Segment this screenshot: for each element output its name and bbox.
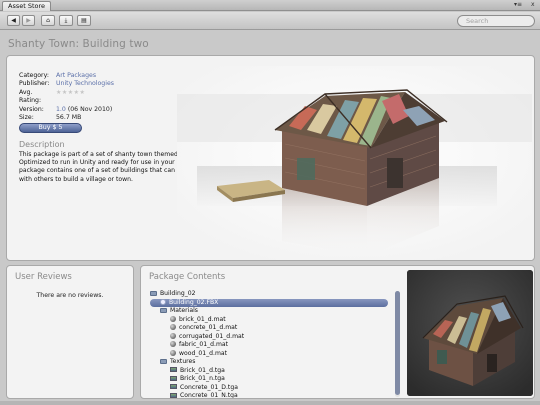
size-row: Size: 56.7 MB [19, 114, 114, 122]
publisher-label: Publisher: [19, 80, 50, 88]
tree-file-item[interactable]: fabric_01_d.mat [150, 341, 402, 350]
folder-icon [160, 358, 167, 364]
tree-item-label: fabric_01_d.mat [179, 341, 229, 348]
tree-file-item[interactable]: Concrete_01_N.tga [150, 392, 402, 399]
tree-item-label: Building_02.FBX [169, 298, 219, 306]
version-date: (06 Nov 2010) [67, 105, 113, 113]
contents-scrollbar-thumb[interactable] [395, 291, 400, 395]
version-number: 1.0 [56, 105, 66, 113]
tree-folder-item[interactable]: Building_02 [150, 290, 402, 299]
tree-item-label: Brick_01_n.tga [180, 375, 225, 382]
back-arrow-icon: ◀ [11, 17, 16, 24]
tree-file-item[interactable]: corrugated_01_d.mat [150, 332, 402, 342]
tree-file-item[interactable]: Concrete_01_D.tga [150, 384, 402, 393]
close-icon[interactable]: x [531, 1, 535, 9]
user-reviews-heading: User Reviews [15, 272, 72, 282]
package-info: Category: Art Packages Publisher: Unity … [19, 72, 114, 122]
list-icon: ▤ [81, 17, 87, 24]
rating-label: Avg. Rating: [19, 88, 42, 105]
page-title: Shanty Town: Building two [8, 38, 149, 50]
tree-file-item[interactable]: brick_01_d.mat [150, 315, 402, 325]
buy-button[interactable]: Buy $ 5 [19, 123, 82, 133]
window-tab-strip: Asset Store ▾≡ x [0, 0, 540, 11]
back-button[interactable]: ◀ [7, 15, 20, 26]
package-contents-panel: Package Contents Building_02 Building_02.… [140, 265, 535, 399]
category-link[interactable]: Art Packages [56, 72, 96, 80]
tree-file-item[interactable]: wood_01_d.mat [150, 349, 402, 359]
size-label: Size: [19, 114, 34, 122]
material-icon [170, 332, 176, 339]
tree-item-label: wood_01_d.mat [179, 349, 228, 357]
forward-arrow-icon: ▶ [26, 17, 31, 24]
texture-icon [170, 367, 177, 372]
search-input[interactable] [457, 15, 535, 27]
version-value: 1.0 (06 Nov 2010) [56, 106, 112, 114]
folder-icon [160, 307, 167, 313]
status-bar [0, 401, 540, 405]
tree-folder-item[interactable]: Materials [150, 307, 402, 316]
tree-file-item[interactable]: Brick_01_n.tga [150, 375, 402, 384]
model-preview-image[interactable] [407, 270, 533, 396]
tree-file-item[interactable]: concrete_01_d.mat [150, 324, 402, 333]
version-label: Version: [19, 105, 44, 113]
texture-icon [170, 392, 177, 398]
home-button[interactable]: ⌂ [41, 15, 55, 26]
rating-stars-icon: ★★★★★ [56, 88, 86, 96]
tree-item-label: Textures [170, 358, 196, 365]
tree-item-label: Building_02 [160, 290, 196, 297]
downloads-button[interactable]: ⤓ [59, 15, 73, 26]
tree-item-label: corrugated_01_d.mat [179, 332, 245, 340]
folder-icon [150, 290, 157, 296]
user-reviews-panel: User Reviews There are no reviews. [6, 265, 134, 399]
publisher-row: Publisher: Unity Technologies [19, 80, 114, 88]
tree-file-item[interactable]: Brick_01_d.tga [150, 367, 402, 376]
tree-item-label: concrete_01_d.mat [179, 324, 238, 331]
tree-item-label: Brick_01_d.tga [180, 366, 225, 374]
publisher-link[interactable]: Unity Technologies [56, 80, 114, 88]
package-contents-tree: Building_02 Building_02.FBX Materials brick… [150, 290, 402, 399]
texture-icon [170, 384, 177, 389]
tree-file-item[interactable]: Building_02.FBX [150, 298, 388, 307]
size-value: 56.7 MB [56, 114, 82, 122]
tree-folder-item[interactable]: Textures [150, 358, 402, 367]
tab-asset-store[interactable]: Asset Store [2, 1, 52, 11]
tree-item-label: Materials [170, 307, 198, 314]
version-row: Version: 1.0 (06 Nov 2010) [19, 106, 114, 114]
texture-icon [170, 375, 177, 381]
forward-button[interactable]: ▶ [22, 15, 35, 26]
description-heading: Description [19, 140, 65, 149]
home-icon: ⌂ [46, 17, 50, 24]
window-menu-icon[interactable]: ▾≡ [514, 1, 522, 9]
list-view-button[interactable]: ▤ [77, 15, 91, 26]
rating-row: Avg. Rating: ★★★★★ [19, 89, 114, 106]
material-icon [170, 349, 176, 356]
download-icon: ⤓ [64, 17, 68, 24]
model-file-icon [160, 298, 166, 305]
material-icon [170, 315, 176, 322]
tree-item-label: Concrete_01_D.tga [180, 383, 238, 391]
material-icon [170, 324, 176, 330]
package-contents-heading: Package Contents [149, 272, 226, 282]
category-row: Category: Art Packages [19, 72, 114, 80]
tree-item-label: Concrete_01_N.tga [180, 392, 238, 399]
package-overview-panel: Category: Art Packages Publisher: Unity … [6, 55, 535, 261]
toolbar: ◀ ▶ ⌂ ⤓ ▤ [0, 12, 540, 30]
package-hero-image [177, 66, 532, 260]
category-label: Category: [19, 72, 49, 79]
tree-item-label: brick_01_d.mat [179, 315, 226, 323]
no-reviews-text: There are no reviews. [36, 292, 104, 299]
material-icon [170, 341, 176, 347]
